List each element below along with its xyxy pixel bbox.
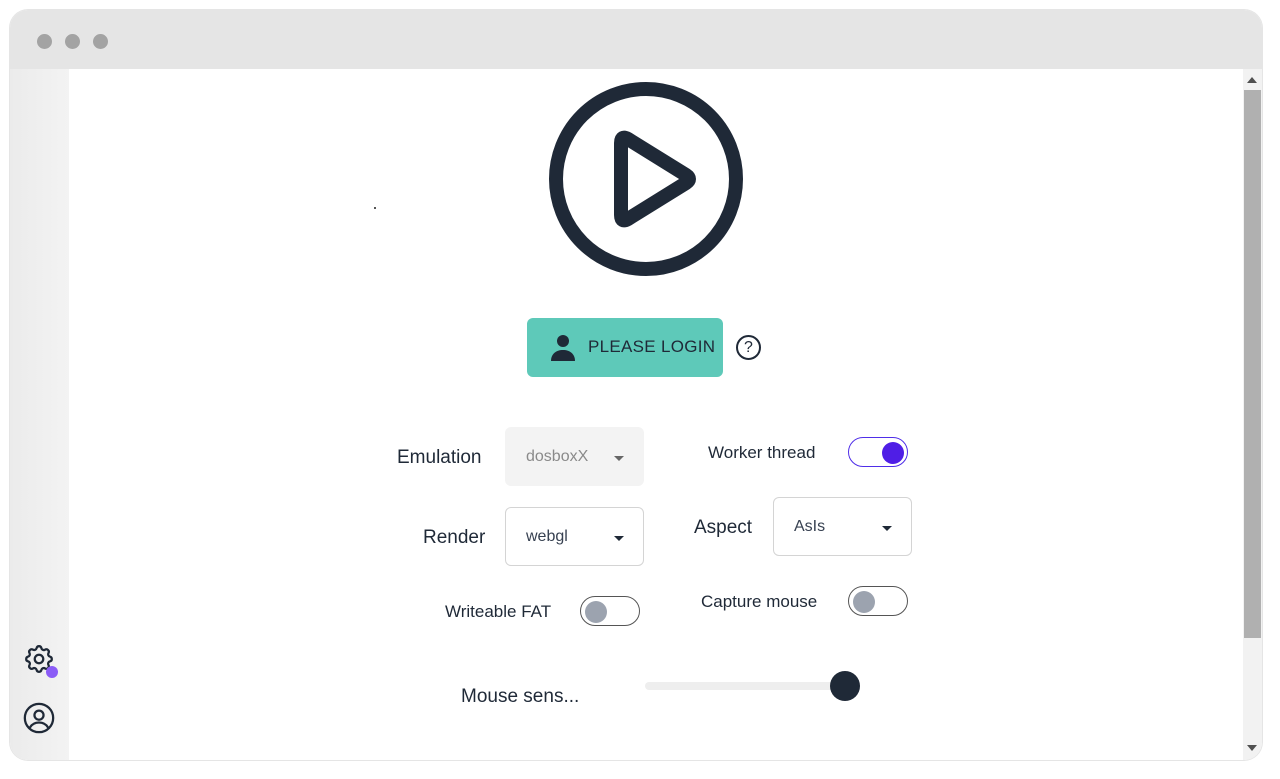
capture-mouse-toggle[interactable] bbox=[848, 586, 908, 616]
mouse-sens-slider-track[interactable] bbox=[645, 682, 855, 690]
user-icon bbox=[551, 335, 575, 361]
title-bar bbox=[10, 10, 1262, 69]
sidebar bbox=[10, 69, 69, 760]
chevron-down-icon bbox=[614, 456, 624, 461]
user-circle-icon[interactable] bbox=[22, 701, 56, 735]
toggle-knob bbox=[882, 442, 904, 464]
writeable-fat-toggle[interactable] bbox=[580, 596, 640, 626]
capture-mouse-label: Capture mouse bbox=[701, 592, 818, 611]
render-select[interactable]: webgl bbox=[505, 507, 644, 566]
login-button[interactable]: PLEASE LOGIN bbox=[527, 318, 723, 377]
scroll-up-arrow-icon[interactable] bbox=[1247, 77, 1257, 83]
aspect-select-value: AsIs bbox=[794, 518, 826, 535]
login-button-label: PLEASE LOGIN bbox=[588, 337, 716, 356]
worker-thread-toggle[interactable] bbox=[848, 437, 908, 467]
scroll-down-arrow-icon[interactable] bbox=[1247, 745, 1257, 751]
help-icon-glyph: ? bbox=[744, 338, 753, 356]
help-icon[interactable]: ? bbox=[736, 335, 761, 360]
worker-thread-label: Worker thread bbox=[708, 443, 816, 462]
emulation-label: Emulation bbox=[397, 447, 482, 468]
mouse-sens-label: Mouse sens... bbox=[461, 686, 580, 707]
play-circle-icon[interactable] bbox=[548, 81, 744, 277]
window-maximize-button[interactable] bbox=[93, 34, 108, 49]
mouse-sens-slider-thumb[interactable] bbox=[829, 671, 860, 701]
writeable-fat-label: Writeable FAT bbox=[445, 602, 552, 621]
notification-badge bbox=[46, 666, 58, 678]
aspect-select[interactable]: AsIs bbox=[773, 497, 912, 556]
render-select-value: webgl bbox=[526, 528, 568, 545]
chevron-down-icon bbox=[882, 526, 892, 531]
window-minimize-button[interactable] bbox=[65, 34, 80, 49]
window-close-button[interactable] bbox=[37, 34, 52, 49]
aspect-label: Aspect bbox=[694, 517, 753, 538]
scrollbar-thumb[interactable] bbox=[1244, 90, 1261, 638]
toggle-knob bbox=[853, 591, 875, 613]
stray-dot bbox=[374, 207, 376, 209]
scrollbar[interactable] bbox=[1243, 69, 1262, 760]
toggle-knob bbox=[585, 601, 607, 623]
render-label: Render bbox=[423, 527, 486, 548]
emulation-select[interactable]: dosboxX bbox=[505, 427, 644, 486]
emulation-select-value: dosboxX bbox=[526, 448, 589, 465]
chevron-down-icon bbox=[614, 536, 624, 541]
